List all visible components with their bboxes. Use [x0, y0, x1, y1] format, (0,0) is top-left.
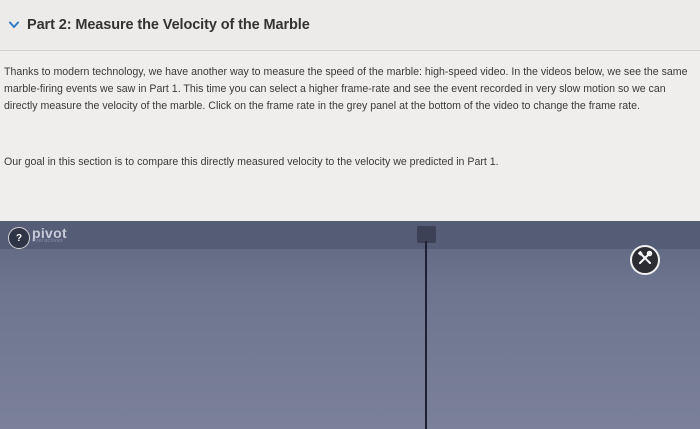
playhead-line[interactable]	[425, 241, 427, 429]
goal-paragraph: Our goal in this section is to compare t…	[4, 156, 499, 168]
help-icon[interactable]: ?	[8, 227, 30, 249]
intro-paragraph: Thanks to modern technology, we have ano…	[4, 66, 688, 113]
video-player[interactable]: ? pivot interactives	[0, 221, 700, 429]
logo-subtext: interactives	[32, 238, 64, 244]
tools-icon	[637, 250, 653, 271]
video-toolbar: ? pivot interactives	[0, 221, 700, 249]
chevron-down-icon[interactable]	[9, 20, 19, 30]
section-content: Thanks to modern technology, we have ano…	[0, 51, 700, 221]
section-header[interactable]: Part 2: Measure the Velocity of the Marb…	[0, 0, 700, 51]
tools-button[interactable]	[630, 245, 660, 275]
section-title: Part 2: Measure the Velocity of the Marb…	[27, 17, 310, 33]
